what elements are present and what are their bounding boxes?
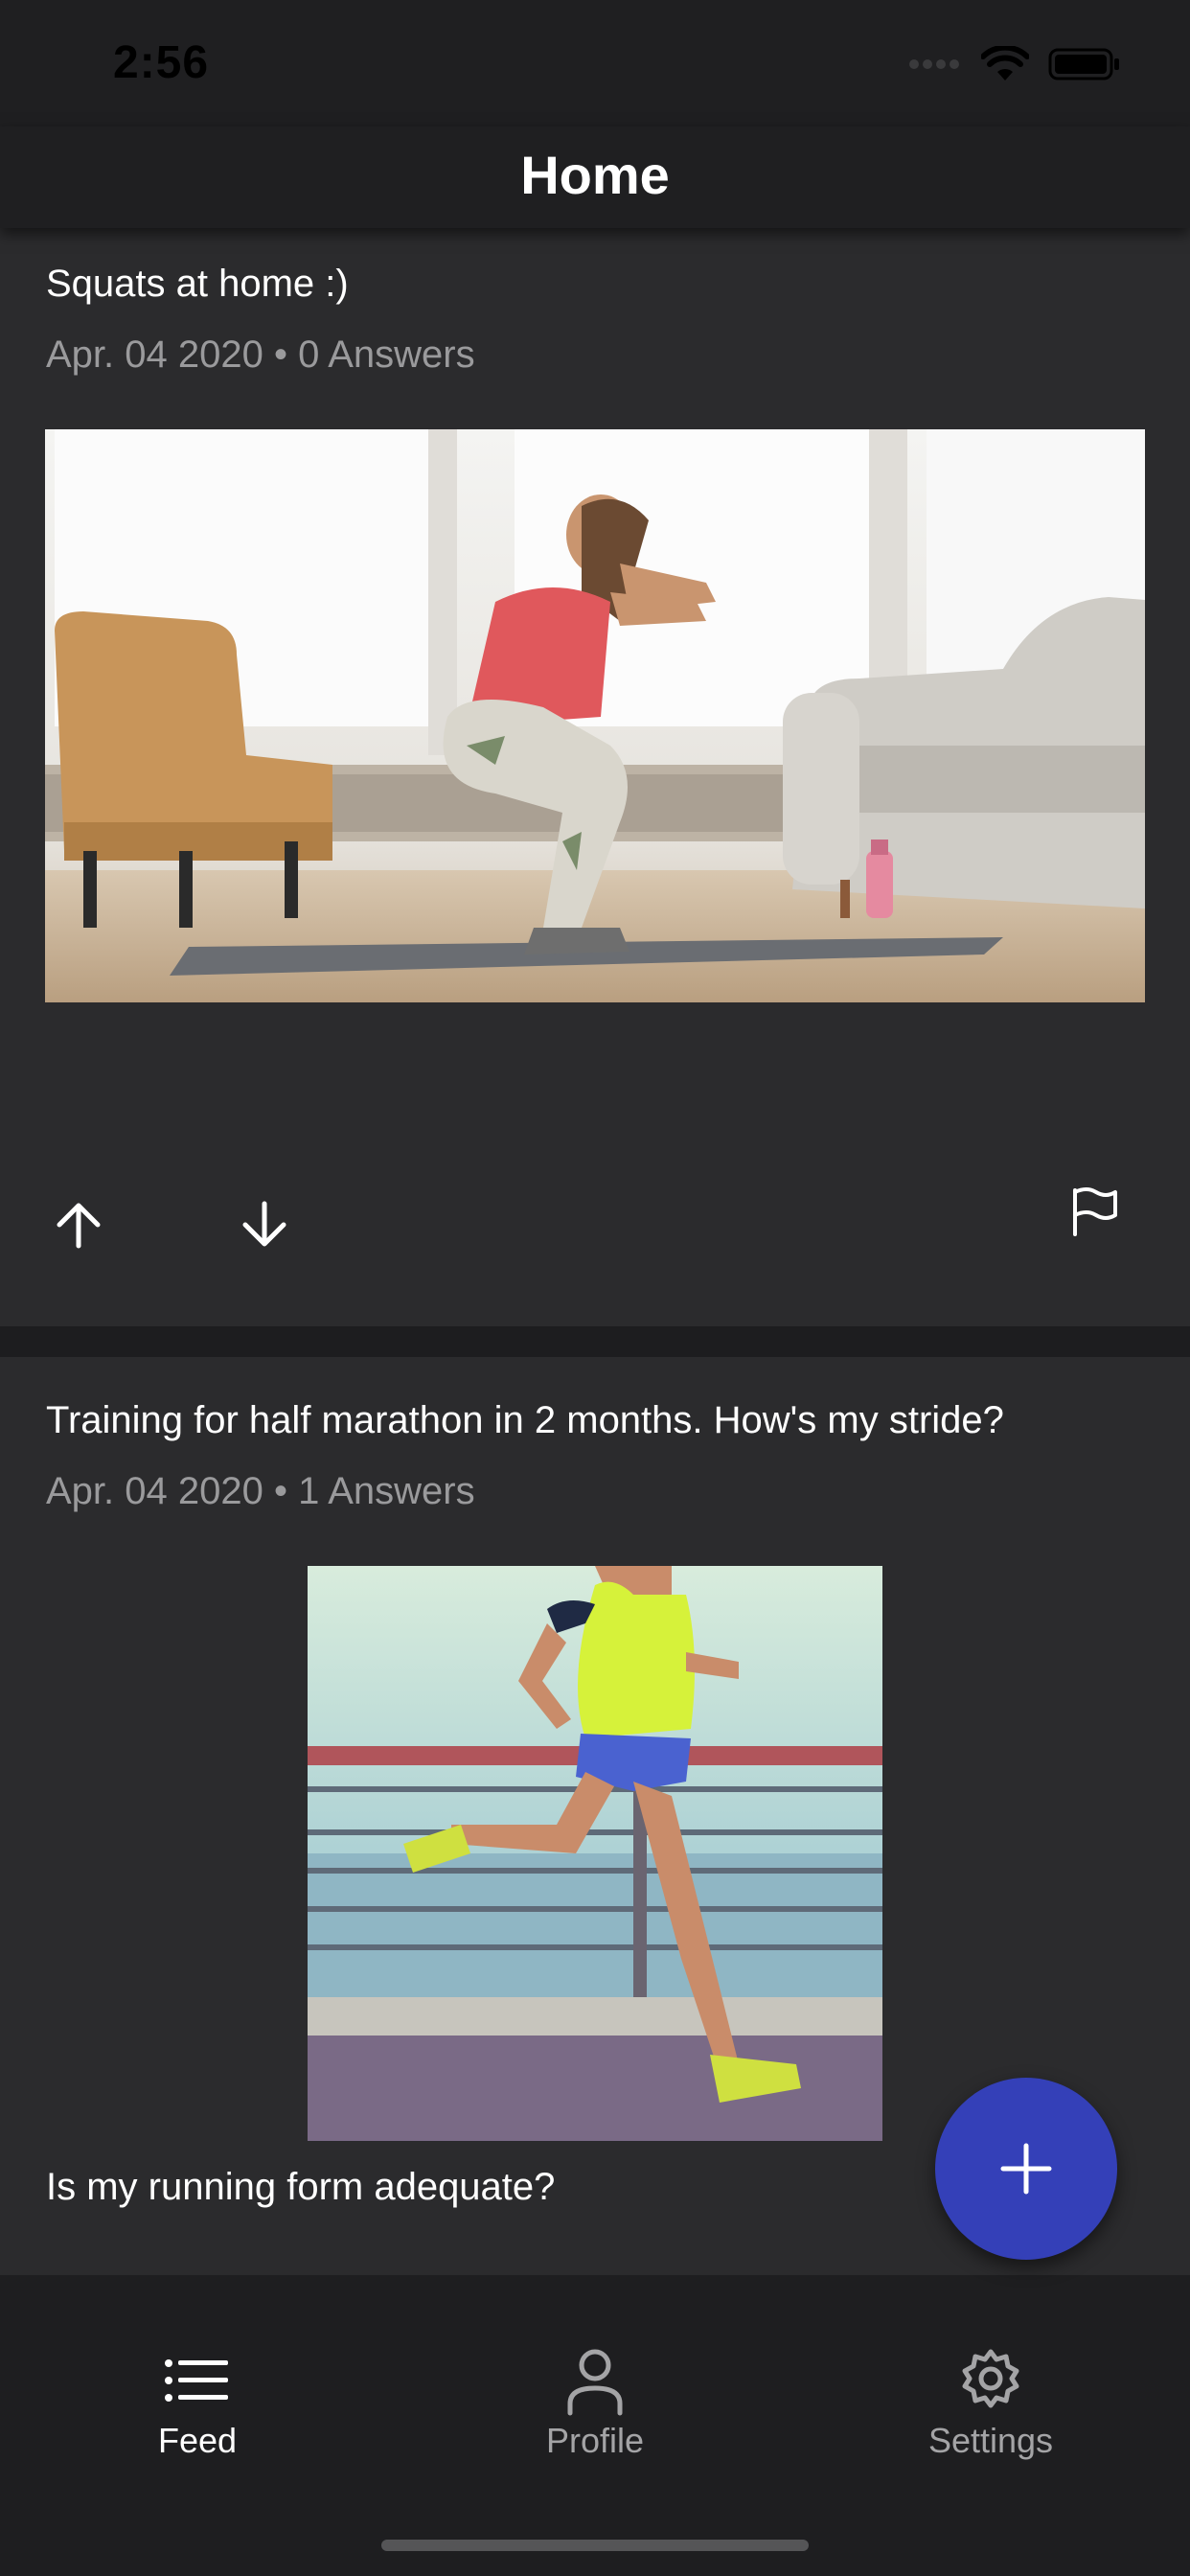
person-icon <box>567 2349 623 2416</box>
wifi-icon <box>981 46 1029 80</box>
post-image[interactable] <box>308 1566 882 2141</box>
page-title: Home <box>520 145 670 205</box>
feed-list[interactable]: Squats at home :) Apr. 04 2020 • 0 Answe… <box>0 228 1190 2275</box>
post-title[interactable]: Training for half marathon in 2 months. … <box>46 1399 1004 1442</box>
plus-icon <box>1000 2143 1052 2195</box>
list-icon <box>165 2359 228 2402</box>
post-title[interactable]: Squats at home :) <box>46 263 349 306</box>
post-image[interactable] <box>45 429 1145 1002</box>
arrow-down-icon <box>242 1201 286 1247</box>
nav-item-settings[interactable]: Settings <box>866 2342 1115 2461</box>
post-body-text: Is my running form adequate? <box>46 2166 556 2208</box>
nav-label-feed: Feed <box>157 2421 238 2460</box>
post-card[interactable]: Squats at home :) Apr. 04 2020 • 0 Answe… <box>0 228 1190 1326</box>
woman-running-photo <box>308 1566 882 2141</box>
upvote-button[interactable] <box>38 1184 119 1265</box>
nav-label-profile: Profile <box>545 2421 645 2460</box>
battery-icon <box>1048 48 1119 80</box>
post-meta: Apr. 04 2020 • 1 Answers <box>46 1470 475 1512</box>
status-bar: 2:56 <box>0 0 1190 126</box>
arrow-up-icon <box>57 1203 101 1249</box>
report-button[interactable] <box>1054 1171 1134 1252</box>
status-icons <box>908 46 1121 82</box>
gear-icon <box>962 2349 1019 2408</box>
woman-doing-squats-photo <box>45 429 1145 1002</box>
post-meta: Apr. 04 2020 • 0 Answers <box>46 334 475 376</box>
nav-label-settings: Settings <box>927 2421 1054 2460</box>
nav-item-profile[interactable]: Profile <box>470 2342 720 2461</box>
add-post-button[interactable] <box>935 2078 1117 2260</box>
nav-item-feed[interactable]: Feed <box>73 2342 322 2461</box>
signal-icon <box>909 59 959 69</box>
home-indicator <box>381 2540 809 2551</box>
bottom-nav: Feed Profile Settings <box>0 2275 1190 2576</box>
app-header: Home <box>0 126 1190 228</box>
post-separator <box>0 1326 1190 1357</box>
status-time: 2:56 <box>113 37 210 88</box>
downvote-button[interactable] <box>224 1184 305 1265</box>
flag-icon <box>1073 1187 1117 1236</box>
